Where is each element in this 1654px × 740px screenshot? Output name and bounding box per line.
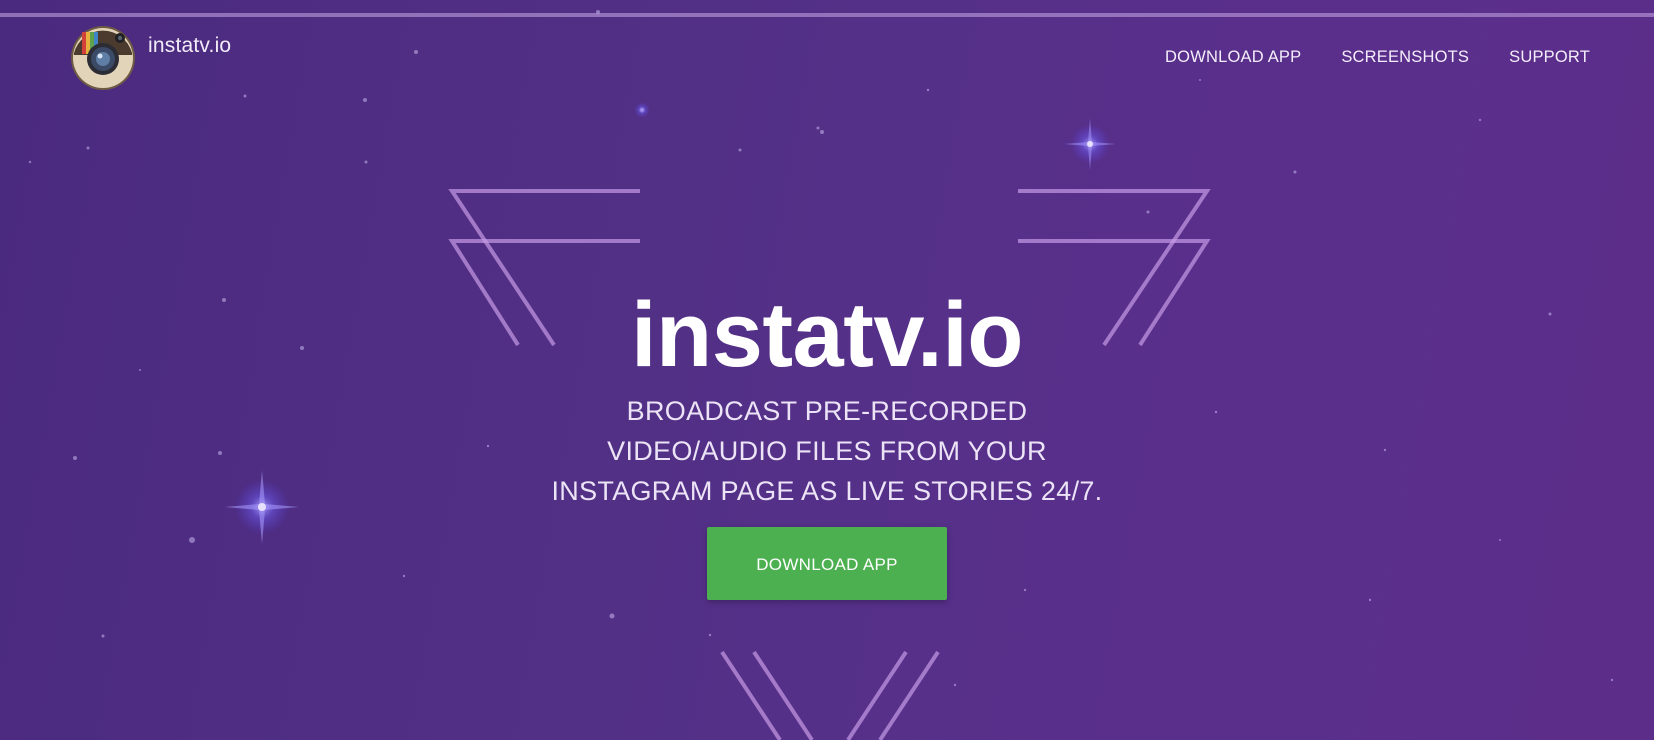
top-nav: DOWNLOAD APP SCREENSHOTS SUPPORT [1165, 48, 1590, 67]
nav-download-app[interactable]: DOWNLOAD APP [1165, 48, 1301, 67]
camera-icon [71, 26, 135, 90]
top-divider [0, 13, 1654, 17]
nav-support[interactable]: SUPPORT [1509, 48, 1590, 67]
brand-link[interactable]: instatv.io [70, 25, 231, 91]
download-app-button[interactable]: DOWNLOAD APP [707, 527, 947, 600]
tagline-line: VIDEO/AUDIO FILES FROM YOUR [607, 436, 1047, 466]
hero-section: instatv.io DOWNLOAD APP SCREENSHOTS SUPP… [0, 0, 1654, 740]
tagline-line: INSTAGRAM PAGE AS LIVE STORIES 24/7. [551, 476, 1103, 506]
tagline-line: BROADCAST PRE-RECORDED [626, 396, 1028, 426]
brand-name: instatv.io [148, 34, 232, 57]
hero-tagline: BROADCAST PRE-RECORDED VIDEO/AUDIO FILES… [527, 391, 1127, 511]
hero-content: instatv.io BROADCAST PRE-RECORDED VIDEO/… [0, 286, 1654, 600]
nav-screenshots[interactable]: SCREENSHOTS [1341, 48, 1469, 67]
hero-title: instatv.io [630, 284, 1024, 386]
